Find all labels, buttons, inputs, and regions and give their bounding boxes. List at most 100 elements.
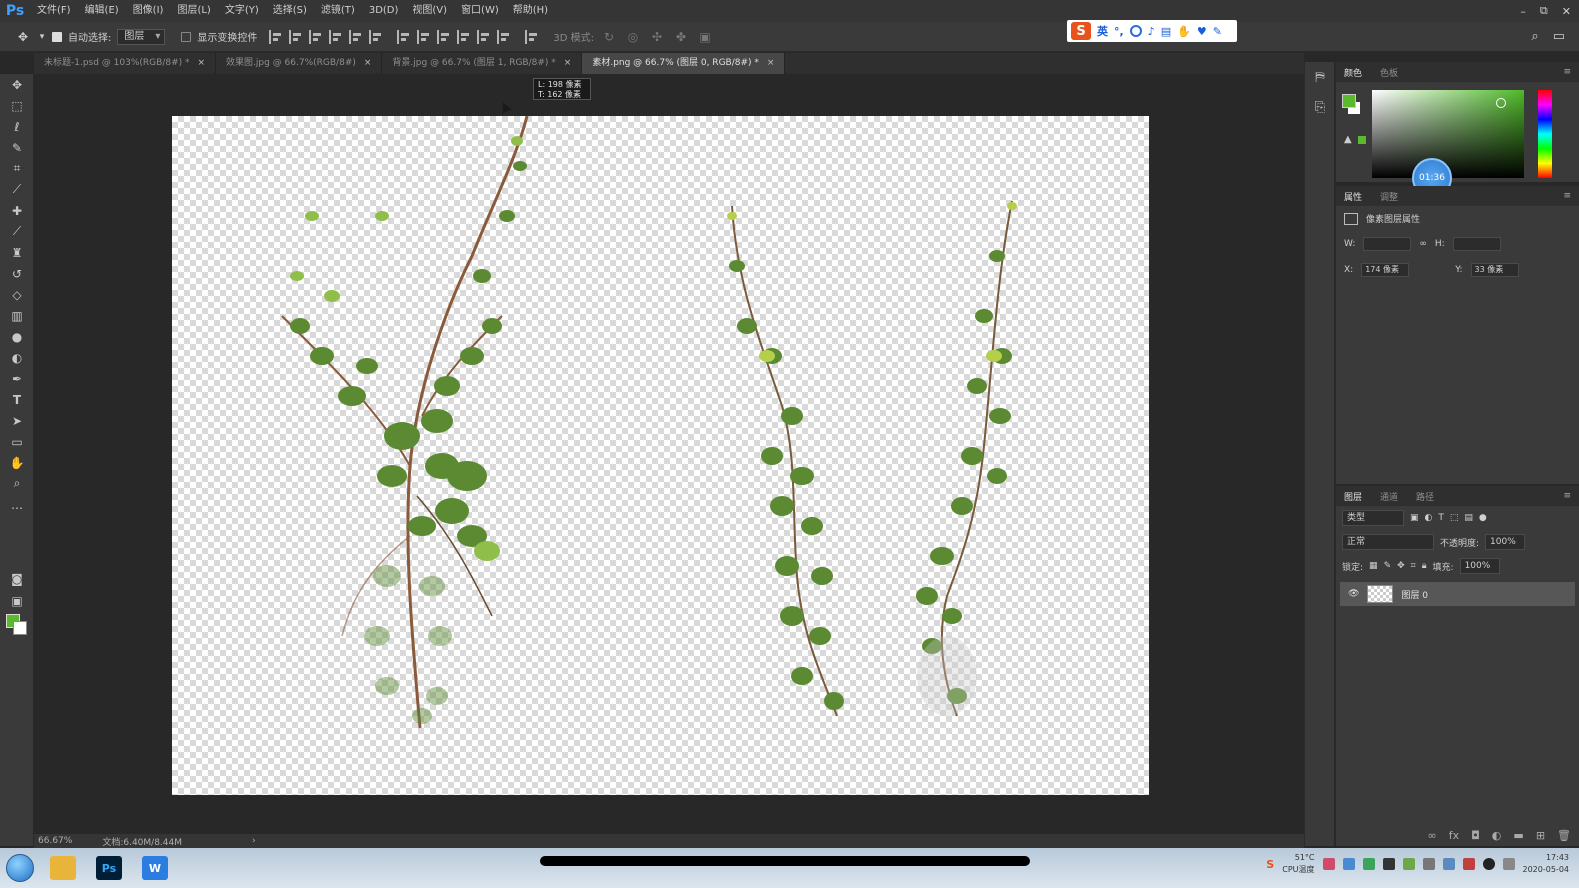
hue-slider[interactable] — [1538, 90, 1552, 178]
sogou-tray-icon[interactable]: S — [1266, 858, 1274, 871]
auto-select-dropdown[interactable]: 图层 — [117, 28, 166, 45]
document-tab[interactable]: 素材.png @ 66.7% (图层 0, RGB/8#) * × — [582, 53, 786, 74]
tray-app-icon[interactable] — [1402, 858, 1415, 870]
tray-app-icon[interactable] — [1382, 858, 1395, 870]
lock-transparency-icon[interactable]: ▦ — [1369, 561, 1378, 571]
menu-item[interactable]: 窗口(W) — [454, 0, 506, 22]
close-icon[interactable]: × — [198, 53, 206, 74]
pen-tool-icon[interactable]: ✒ — [0, 368, 34, 389]
video-progress-bar[interactable] — [540, 856, 1030, 866]
tray-app-icon[interactable] — [1462, 858, 1475, 870]
zoom-tool-icon[interactable]: ⌕ — [0, 473, 34, 494]
new-group-icon[interactable]: ▬ — [1513, 829, 1523, 842]
microphone-icon[interactable]: ♪ — [1148, 25, 1155, 38]
tray-app-icon[interactable] — [1322, 858, 1335, 870]
emoji-icon[interactable] — [1129, 25, 1142, 37]
lock-artboard-icon[interactable]: ⌗ — [1411, 561, 1416, 571]
close-button[interactable]: ✕ — [1562, 5, 1571, 18]
filter-toggle-icon[interactable]: ● — [1479, 513, 1487, 523]
visibility-eye-icon[interactable]: 👁︎ — [1348, 589, 1359, 599]
background-color-swatch[interactable] — [13, 621, 27, 635]
align-vcenter-icon[interactable] — [289, 29, 303, 44]
adjustment-layer-icon[interactable]: ◐ — [1492, 829, 1502, 842]
lock-pixels-icon[interactable]: ✎ — [1384, 561, 1392, 571]
opacity-field[interactable]: 100% — [1485, 534, 1526, 550]
filter-type-icon[interactable]: T — [1438, 513, 1444, 523]
close-icon[interactable]: × — [564, 53, 572, 74]
taskbar-app-explorer[interactable] — [40, 851, 86, 885]
dodge-tool-icon[interactable]: ◐ — [0, 347, 34, 368]
blur-tool-icon[interactable]: ● — [0, 326, 34, 347]
link-icon[interactable]: ∞ — [1419, 239, 1427, 249]
rectangle-tool-icon[interactable]: ▭ — [0, 431, 34, 452]
menu-item[interactable]: 图像(I) — [126, 0, 171, 22]
eraser-tool-icon[interactable]: ◇ — [0, 284, 34, 305]
add-mask-icon[interactable]: ◘ — [1471, 829, 1480, 842]
history-brush-tool-icon[interactable]: ↺ — [0, 263, 34, 284]
tray-app-icon[interactable] — [1362, 858, 1375, 870]
type-tool-icon[interactable]: T — [0, 389, 34, 410]
chevron-down-icon[interactable]: ▾ — [38, 32, 46, 42]
workspace-icon[interactable]: ▭ — [1553, 29, 1565, 44]
mini-foreground-swatch[interactable] — [1342, 94, 1356, 108]
filter-adjustment-icon[interactable]: ◐ — [1425, 513, 1433, 523]
delete-layer-icon[interactable]: 🗑︎ — [1557, 829, 1571, 842]
more-tools-icon[interactable]: … — [0, 494, 34, 515]
link-layers-icon[interactable]: ∞ — [1428, 829, 1437, 842]
tray-app-icon[interactable] — [1342, 858, 1355, 870]
lasso-tool-icon[interactable]: ℓ — [0, 116, 34, 137]
distribute-right-icon[interactable] — [497, 29, 511, 44]
punctuation-icon[interactable]: °, — [1114, 25, 1124, 38]
clone-stamp-tool-icon[interactable]: ♜ — [0, 242, 34, 263]
ime-language[interactable]: 英 — [1097, 23, 1108, 39]
quick-mask-icon[interactable]: ◙ — [0, 568, 34, 589]
align-hcenter-icon[interactable] — [349, 29, 363, 44]
history-panel-icon[interactable]: ⛿ — [1305, 62, 1335, 92]
distribute-vcenter-icon[interactable] — [417, 29, 431, 44]
panel-menu-icon[interactable]: ≡ — [1563, 67, 1571, 77]
path-select-tool-icon[interactable]: ➤ — [0, 410, 34, 431]
scale-3d-icon[interactable]: ▣ — [696, 30, 714, 44]
x-field[interactable]: 174 像素 — [1361, 263, 1410, 277]
show-transform-checkbox[interactable] — [181, 31, 192, 42]
keyboard-icon[interactable]: ▤ — [1161, 25, 1171, 38]
qq-icon[interactable] — [1482, 858, 1495, 870]
restore-button[interactable]: ⧉ — [1540, 4, 1548, 18]
tab-properties[interactable]: 属性 — [1344, 190, 1362, 203]
minimize-button[interactable]: – — [1520, 5, 1526, 18]
filter-shape-icon[interactable]: ⬚ — [1450, 513, 1459, 523]
align-right-icon[interactable] — [369, 29, 383, 44]
close-icon[interactable]: × — [767, 53, 775, 74]
skin-icon[interactable]: ♥ — [1197, 25, 1207, 38]
wrench-icon[interactable]: ✎ — [1213, 25, 1222, 38]
height-field[interactable] — [1452, 237, 1501, 251]
gradient-tool-icon[interactable]: ▥ — [0, 305, 34, 326]
sogou-logo[interactable]: S — [1071, 22, 1091, 40]
color-picker-marker[interactable] — [1496, 98, 1506, 108]
hand-icon[interactable]: ✋ — [1177, 25, 1191, 38]
zoom-level[interactable]: 66.67% — [38, 836, 72, 846]
tab-color[interactable]: 颜色 — [1344, 66, 1362, 79]
menu-item[interactable]: 3D(D) — [362, 0, 406, 22]
lock-position-icon[interactable]: ✥ — [1397, 561, 1405, 571]
tab-swatches[interactable]: 色板 — [1380, 66, 1398, 79]
filter-pixel-icon[interactable]: ▣ — [1410, 513, 1419, 523]
panel-menu-icon[interactable]: ≡ — [1563, 491, 1571, 501]
marquee-tool-icon[interactable]: ⬚ — [0, 95, 34, 116]
status-arrow-icon[interactable]: › — [252, 836, 256, 846]
document-tab[interactable]: 未标题-1.psd @ 103%(RGB/8#) * × — [34, 53, 217, 74]
blend-mode-dropdown[interactable]: 正常 — [1342, 534, 1434, 550]
fill-field[interactable]: 100% — [1459, 558, 1500, 574]
menu-item[interactable]: 文字(Y) — [218, 0, 266, 22]
document-tab[interactable]: 背景.jpg @ 66.7% (图层 1, RGB/8#) * × — [382, 53, 583, 74]
warning-icon[interactable]: ▲ — [1344, 134, 1352, 145]
rotate-3d-icon[interactable]: ↻ — [600, 30, 618, 44]
tab-adjustments[interactable]: 调整 — [1380, 190, 1398, 203]
character-panel-icon[interactable]: ⎘ — [1305, 92, 1335, 122]
menu-item[interactable]: 选择(S) — [266, 0, 314, 22]
taskbar-app-photoshop[interactable]: Ps — [86, 851, 132, 885]
auto-select-checkbox[interactable] — [52, 31, 62, 42]
clock[interactable]: 17:43 2020-05-04 — [1523, 852, 1570, 876]
menu-item[interactable]: 文件(F) — [30, 0, 78, 22]
layer-name[interactable]: 图层 0 — [1401, 588, 1428, 601]
